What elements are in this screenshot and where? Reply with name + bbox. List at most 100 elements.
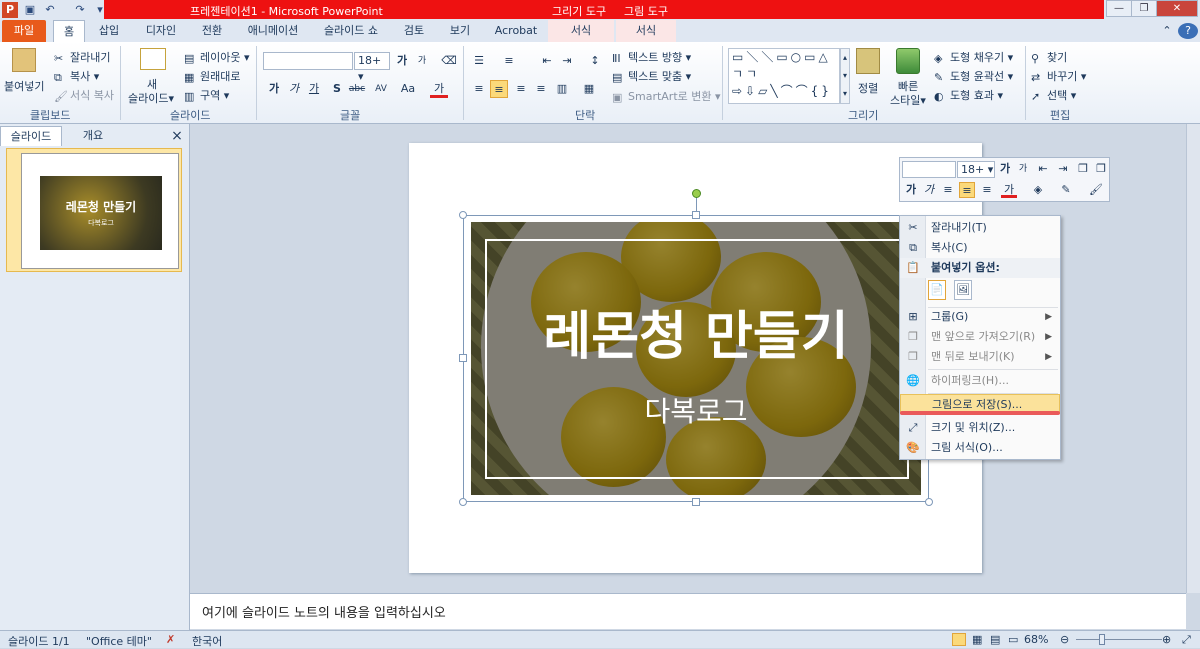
menu-item-hyperlink[interactable]: 🌐 하이퍼링크(H)... xyxy=(900,371,1060,391)
shadow-button[interactable]: S xyxy=(328,80,346,98)
shape-fill-button[interactable]: ◈ 도형 채우기 ▾ xyxy=(934,49,1013,65)
section-button[interactable]: ▥ 구역 ▾ xyxy=(184,87,229,103)
close-button[interactable]: ✕ xyxy=(1156,0,1198,17)
notes-placeholder[interactable]: 여기에 슬라이드 노트의 내용을 입력하십시오 xyxy=(202,602,446,621)
slideshow-view-icon[interactable]: ▭ xyxy=(1008,633,1018,646)
resize-handle[interactable] xyxy=(459,498,467,506)
resize-handle[interactable] xyxy=(925,498,933,506)
tab-home[interactable]: 홈 xyxy=(53,20,85,42)
columns-icon[interactable]: ▦ xyxy=(580,80,598,98)
spellcheck-icon[interactable]: ✗ xyxy=(166,633,175,646)
resize-handle[interactable] xyxy=(692,211,700,219)
fit-to-window-icon[interactable]: ⤢ xyxy=(1182,633,1191,647)
mini-grow-font-icon[interactable]: 가 xyxy=(997,161,1013,177)
close-pane-icon[interactable]: × xyxy=(168,126,186,146)
minimize-ribbon-icon[interactable]: ⌃ xyxy=(1158,20,1176,42)
menu-item-copy[interactable]: ⧉ 복사(C) xyxy=(900,238,1060,258)
arrange-button[interactable]: 정렬 xyxy=(858,80,878,96)
mini-decrease-indent-icon[interactable]: ⇤ xyxy=(1035,161,1051,177)
notes-pane[interactable]: 여기에 슬라이드 노트의 내용을 입력하십시오 xyxy=(190,593,1186,629)
shape-outline-button[interactable]: ✎ 도형 윤곽선 ▾ xyxy=(934,68,1013,84)
mini-font-size[interactable]: 18+ ▾ xyxy=(957,161,995,178)
new-slide-button[interactable]: 슬라이드▾ xyxy=(128,90,174,106)
tab-slideshow[interactable]: 슬라이드 쇼 xyxy=(316,20,386,42)
mini-fill-icon[interactable]: ◈ xyxy=(1030,182,1046,198)
justify-icon[interactable]: ≡ xyxy=(532,80,550,98)
change-case-button[interactable]: Aa xyxy=(396,80,420,98)
paste-button[interactable]: 붙여넣기 xyxy=(4,78,44,94)
undo-icon[interactable]: ↶ xyxy=(42,2,58,18)
arrange-icon[interactable] xyxy=(856,48,880,74)
tab-review[interactable]: 검토 xyxy=(396,20,432,42)
tab-acrobat[interactable]: Acrobat xyxy=(488,20,544,42)
underline-button[interactable]: 가 xyxy=(305,80,323,98)
clear-format-icon[interactable]: ⌫ xyxy=(440,52,458,70)
tab-slides[interactable]: 슬라이드 xyxy=(0,126,62,146)
powerpoint-logo-icon[interactable]: P xyxy=(2,2,18,18)
layout-button[interactable]: ▤ 레이아웃 ▾ xyxy=(184,49,250,65)
bold-button[interactable]: 가 xyxy=(265,80,283,98)
zoom-slider-thumb[interactable] xyxy=(1099,634,1105,645)
quick-styles-icon[interactable] xyxy=(896,48,920,74)
align-text-button[interactable]: ▤ 텍스트 맞춤 ▾ xyxy=(612,68,691,84)
zoom-in-icon[interactable]: ⊕ xyxy=(1162,633,1171,646)
new-slide-icon[interactable] xyxy=(140,48,166,70)
cut-button[interactable]: ✂ 잘라내기 xyxy=(54,49,110,65)
replace-button[interactable]: ⇄ 바꾸기 ▾ xyxy=(1031,68,1086,84)
copy-button[interactable]: ⧉ 복사 ▾ xyxy=(54,68,99,84)
shapes-gallery-scroll[interactable]: ▴ ▾ ▾ xyxy=(840,48,850,104)
mini-shrink-font-icon[interactable]: 가 xyxy=(1015,161,1031,177)
smartart-convert-button[interactable]: ▣ SmartArt로 변환 ▾ xyxy=(612,88,721,104)
text-direction-button[interactable]: ⅡⅠ 텍스트 방향 ▾ xyxy=(612,49,691,65)
tab-outline[interactable]: 개요 xyxy=(62,126,124,146)
font-size-combo[interactable]: 18+ ▾ xyxy=(354,52,390,83)
paste-option-keep-source-icon[interactable]: 📄 xyxy=(928,280,946,300)
vertical-scrollbar[interactable] xyxy=(1186,124,1200,593)
char-spacing-button[interactable]: AV xyxy=(370,80,392,98)
font-name-combo[interactable] xyxy=(263,52,353,70)
mini-italic-button[interactable]: 가 xyxy=(921,182,937,198)
resize-handle[interactable] xyxy=(459,354,467,362)
tab-picture-format[interactable]: 서식 xyxy=(616,20,676,42)
shapes-gallery[interactable]: ▭＼＼▭○▭△ㄱㄱ⇨⇩▱╲⌒⌒{}☆ xyxy=(728,48,840,104)
mini-outline-icon[interactable]: ✎ xyxy=(1058,182,1074,198)
mini-bold-button[interactable]: 가 xyxy=(903,182,919,198)
increase-indent-icon[interactable]: ⇥ xyxy=(558,52,576,70)
tab-animations[interactable]: 애니메이션 xyxy=(240,20,306,42)
align-left-icon[interactable]: ≡ xyxy=(470,80,488,98)
format-painter-button[interactable]: 🖌 서식 복사 xyxy=(54,87,114,103)
shrink-font-icon[interactable]: 가 xyxy=(413,52,431,70)
reading-view-icon[interactable]: ▤ xyxy=(990,633,1000,646)
minimize-button[interactable]: — xyxy=(1106,0,1132,17)
menu-item-send-back[interactable]: ❐ 맨 뒤로 보내기(K) ▶ xyxy=(900,347,1060,367)
mini-align-center-icon[interactable]: ≡ xyxy=(959,182,975,198)
save-icon[interactable]: ▣ xyxy=(22,2,38,18)
tab-drawing-format[interactable]: 서식 xyxy=(548,20,614,42)
paste-option-picture-icon[interactable]: 🖼 xyxy=(954,280,972,300)
italic-button[interactable]: 가 xyxy=(285,80,303,98)
resize-handle[interactable] xyxy=(692,498,700,506)
quick-styles-button[interactable]: 스타일▾ xyxy=(890,92,926,108)
zoom-level[interactable]: 68% xyxy=(1024,633,1048,646)
select-button[interactable]: ➚ 선택 ▾ xyxy=(1031,87,1076,103)
customize-qat-icon[interactable]: ▾ xyxy=(92,2,108,18)
mini-align-right-icon[interactable]: ≡ xyxy=(979,182,995,198)
menu-item-format-picture[interactable]: 🎨 그림 서식(O)... xyxy=(900,438,1060,458)
tab-file[interactable]: 파일 xyxy=(2,20,46,42)
redo-icon[interactable]: ↷ xyxy=(72,2,88,18)
mini-send-back-icon[interactable]: ❐ xyxy=(1093,161,1109,177)
font-color-button[interactable]: 가 xyxy=(430,80,448,98)
mini-align-left-icon[interactable]: ≡ xyxy=(940,182,956,198)
align-right-icon[interactable]: ≡ xyxy=(512,80,530,98)
find-button[interactable]: ⚲ 찾기 xyxy=(1031,49,1067,65)
slide-thumbnail[interactable]: 레몬청 만들기 다복로그 xyxy=(6,148,182,272)
mini-font-name[interactable] xyxy=(902,161,956,178)
mini-increase-indent-icon[interactable]: ⇥ xyxy=(1055,161,1071,177)
reset-button[interactable]: ▦ 원래대로 xyxy=(184,68,240,84)
shape-effects-button[interactable]: ◐ 도형 효과 ▾ xyxy=(934,87,1003,103)
menu-item-bring-front[interactable]: ❐ 맨 앞으로 가져오기(R) ▶ xyxy=(900,327,1060,347)
tab-insert[interactable]: 삽입 xyxy=(92,20,126,42)
grow-font-icon[interactable]: 가 xyxy=(393,52,411,70)
line-spacing-icon[interactable]: ↕ xyxy=(586,52,604,70)
menu-item-group[interactable]: ⊞ 그룹(G) ▶ xyxy=(900,307,1060,327)
